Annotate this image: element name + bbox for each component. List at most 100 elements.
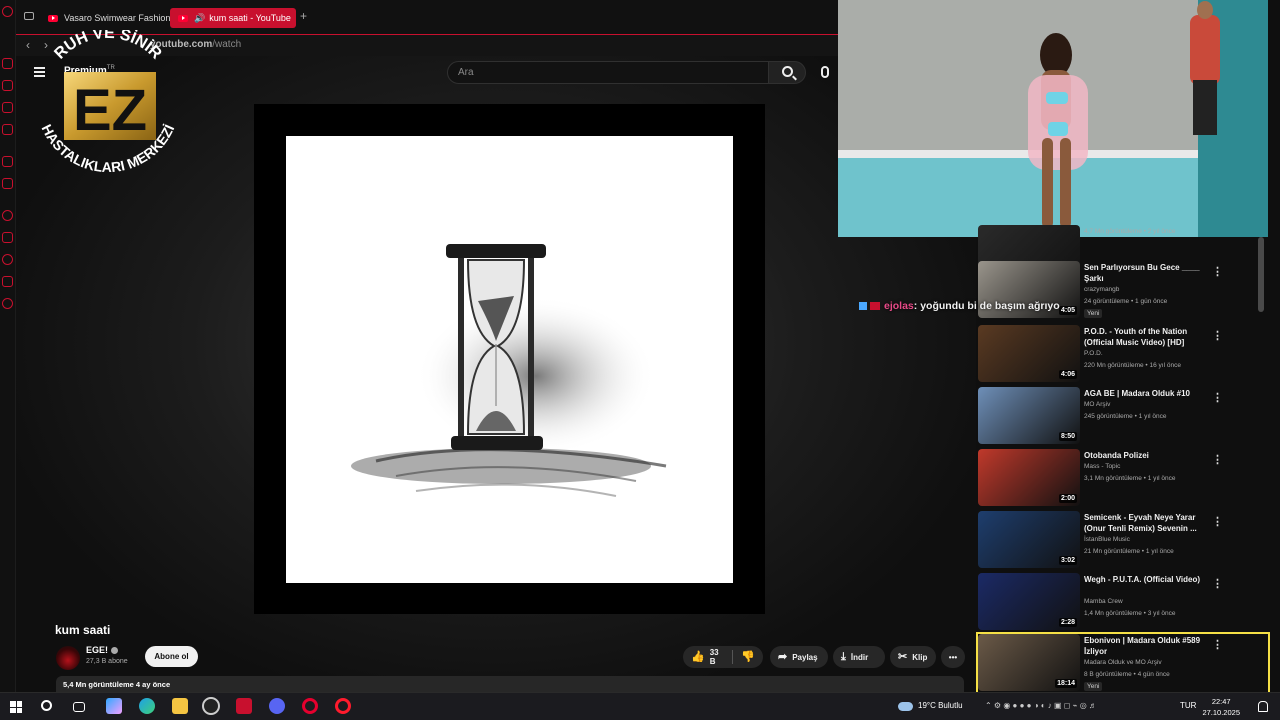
- tab-vasaro[interactable]: Vasaro Swimwear Fashion: [40, 8, 176, 28]
- file-explorer-icon[interactable]: [172, 698, 188, 714]
- discord-icon[interactable]: [269, 698, 285, 714]
- weather-text[interactable]: 19°C Bulutlu: [918, 701, 963, 710]
- speaker-icon[interactable]: 🔊: [194, 13, 205, 24]
- more-actions-button[interactable]: •••: [941, 646, 965, 668]
- download-button[interactable]: ⤓ İndir: [833, 646, 885, 668]
- search-input[interactable]: Ara: [447, 61, 769, 84]
- more-options-icon[interactable]: ⋮: [1212, 453, 1223, 466]
- description-box[interactable]: 5,4 Mn görüntüleme 4 ay önce: [56, 676, 964, 692]
- recommendation-item[interactable]: 4:06 P.O.D. - Youth of the Nation (Offici…: [978, 325, 1268, 383]
- recommendation-channel[interactable]: crazymangb: [1084, 285, 1214, 294]
- download-icon: ⤓: [841, 650, 846, 663]
- sidebar-app-icon[interactable]: [2, 124, 13, 135]
- history-icon[interactable]: [2, 254, 13, 265]
- duration-badge: 8:50: [1058, 432, 1077, 441]
- more-options-icon[interactable]: ⋮: [1212, 515, 1223, 528]
- duration-badge: 4:05: [1058, 306, 1077, 315]
- video-thumbnail[interactable]: 3:02: [978, 511, 1080, 568]
- recommendation-item[interactable]: 3:02 Semicenk - Eyvah Neye Yarar (Onur Te…: [978, 511, 1268, 569]
- opera-icon[interactable]: [2, 6, 13, 17]
- sidebar-app-icon[interactable]: [2, 80, 13, 91]
- recommendation-channel[interactable]: MO Arşiv: [1084, 400, 1214, 409]
- video-thumbnail[interactable]: 2:28: [978, 573, 1080, 630]
- divider: [731, 650, 733, 664]
- duration-badge: 2:00: [1058, 494, 1077, 503]
- tray-icons[interactable]: ⌃ ⚙ ◉ ● ● ● ◑ ◐ ♪ ▣ ◻ ⌁ ◎ ♬: [985, 701, 1097, 710]
- tab-kum-saati[interactable]: 🔊 kum saati - YouTube: [170, 8, 296, 28]
- sidebar-app-icon[interactable]: [2, 156, 13, 167]
- recommendation-meta: 8 B görüntüleme • 4 gün önce: [1084, 671, 1170, 678]
- new-tab-button[interactable]: +: [300, 9, 307, 23]
- recommendation-meta: 3,1 Mn görüntüleme • 1 yıl önce: [1084, 475, 1176, 482]
- recommendation-title[interactable]: Semicenk - Eyvah Neye Yarar (Onur Tenli …: [1084, 512, 1210, 534]
- windows-start-icon[interactable]: [10, 701, 22, 713]
- video-thumbnail[interactable]: 4:06: [978, 325, 1080, 382]
- search-icon[interactable]: [41, 700, 52, 711]
- subscribe-button[interactable]: Abone ol: [145, 646, 198, 667]
- video-thumbnail[interactable]: 8:50: [978, 387, 1080, 444]
- opera-icon[interactable]: [335, 698, 351, 714]
- settings-icon[interactable]: [2, 298, 13, 309]
- recommendation-channel[interactable]: Madara Olduk ve MO Arşiv: [1084, 658, 1214, 667]
- scrollbar[interactable]: [1258, 237, 1264, 312]
- sidebar-app-icon[interactable]: [2, 58, 13, 69]
- more-options-icon[interactable]: ⋮: [1212, 638, 1223, 651]
- recommendation-title[interactable]: P.O.D. - Youth of the Nation (Official M…: [1084, 326, 1210, 348]
- sidebar-app-icon[interactable]: [2, 232, 13, 243]
- chat-text: : yoğundu bi de başım ağrıyo: [913, 300, 1060, 312]
- recommendation-item[interactable]: 2:28 Wegh - P.U.T.A. (Official Video) Mamb…: [978, 573, 1268, 631]
- edge-icon[interactable]: [139, 698, 155, 714]
- recommendation-title[interactable]: Otobanda Polizei: [1084, 450, 1210, 461]
- duration-badge: 18:14: [1055, 679, 1077, 688]
- recommendation-title[interactable]: AGA BE | Madara Olduk #10: [1084, 388, 1210, 399]
- sidebar-app-icon[interactable]: [2, 102, 13, 113]
- recommendation-item[interactable]: 18:14 Ebonivon | Madara Olduk #589 İzliyo…: [976, 632, 1270, 694]
- more-options-icon[interactable]: ⋮: [1212, 577, 1223, 590]
- more-options-icon[interactable]: ⋮: [1212, 329, 1223, 342]
- task-view-icon[interactable]: [73, 702, 85, 712]
- like-icon[interactable]: 👍: [691, 651, 705, 663]
- more-options-icon[interactable]: ⋮: [1212, 391, 1223, 404]
- clip-button[interactable]: ✂ Klip: [890, 646, 936, 668]
- tab-search-icon[interactable]: [24, 12, 34, 20]
- notification-icon[interactable]: [1258, 701, 1268, 712]
- logo-top-text: RUH VE SİNİR: [51, 25, 165, 63]
- recommendation-channel[interactable]: Mamba Crew: [1084, 597, 1214, 606]
- language-indicator[interactable]: TUR: [1180, 701, 1196, 710]
- recommendation-item[interactable]: 8:50 AGA BE | Madara Olduk #10 MO Arşiv 245…: [978, 387, 1268, 445]
- recommendation-item[interactable]: 2:00 Otobanda Polizei Mass - Topic 3,1 Mn g…: [978, 449, 1268, 507]
- dislike-icon[interactable]: 👎: [741, 651, 755, 663]
- sidebar-app-icon[interactable]: [2, 210, 13, 221]
- share-button[interactable]: ➦ Paylaş: [770, 646, 828, 668]
- sidebar-app-icon[interactable]: [2, 276, 13, 287]
- opera-gx-icon[interactable]: [302, 698, 318, 714]
- like-count[interactable]: 33 B: [710, 648, 723, 666]
- recommendation-title[interactable]: Wegh - P.U.T.A. (Official Video): [1084, 574, 1210, 585]
- twitch-icon[interactable]: [2, 178, 13, 189]
- more-options-icon[interactable]: ⋮: [1212, 265, 1223, 278]
- channel-name[interactable]: EGE!: [86, 645, 119, 655]
- video-thumbnail[interactable]: 2:00: [978, 449, 1080, 506]
- chat-username: ejolas: [884, 300, 914, 312]
- copilot-icon[interactable]: [106, 698, 122, 714]
- recommendation-title[interactable]: Ebonivon | Madara Olduk #589 İzliyor: [1084, 635, 1210, 657]
- video-thumbnail[interactable]: 18:14: [978, 634, 1080, 691]
- recommendation-channel[interactable]: Mass - Topic: [1084, 462, 1214, 471]
- chat-message: ejolas: yoğundu bi de başım ağrıyo: [859, 300, 1060, 312]
- app-icon[interactable]: [236, 698, 252, 714]
- clock[interactable]: 22:47 27.10.2025: [1202, 696, 1240, 718]
- microphone-icon[interactable]: [821, 66, 829, 78]
- recommendation-meta: 220 Mn görüntüleme • 16 yıl önce: [1084, 362, 1181, 369]
- recommendation-channel[interactable]: P.O.D.: [1084, 349, 1214, 358]
- youtube-favicon-icon: [48, 14, 58, 22]
- obs-icon[interactable]: [202, 697, 220, 715]
- logo-mid-text: EZ: [73, 78, 147, 143]
- recommendation-channel[interactable]: İstanBlue Music: [1084, 535, 1214, 544]
- duration-badge: 3:02: [1058, 556, 1077, 565]
- search-button[interactable]: [768, 61, 806, 84]
- video-player[interactable]: [254, 104, 765, 614]
- taskbar: 19°C Bulutlu ⌃ ⚙ ◉ ● ● ● ◑ ◐ ♪ ▣ ◻ ⌁ ◎ ♬…: [0, 692, 1280, 720]
- channel-avatar[interactable]: [56, 646, 80, 670]
- recommendation-title[interactable]: Sen Parlıyorsun Bu Gece ____ Şarkı: [1084, 262, 1210, 284]
- duration-badge: 2:28: [1058, 618, 1077, 627]
